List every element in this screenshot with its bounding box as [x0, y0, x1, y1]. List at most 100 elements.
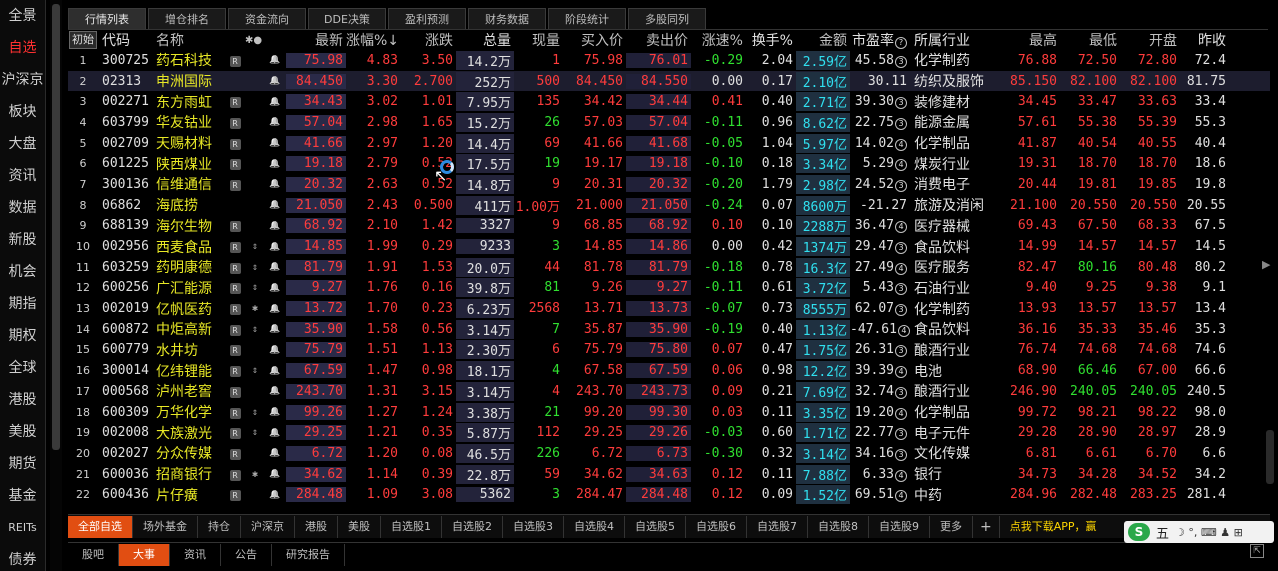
table-row[interactable]: 9 688139 海尔生物 R 🔔 68.92 2.10 1.42 3327 9 68.85 68.9… [68, 216, 1270, 237]
watchlist-tab-1[interactable]: 场外基金 [133, 515, 198, 538]
vertical-scrollbar[interactable] [1266, 430, 1274, 484]
pe-header[interactable]: 市盈率? [850, 30, 910, 50]
watchlist-tab-15[interactable]: 更多 [930, 515, 973, 538]
table-row[interactable]: 17 000568 泸州老窖 R 🔔 243.70 1.31 3.15 3.14万 4 243.70… [68, 381, 1270, 402]
sidebar-item[interactable]: 全景 [0, 0, 45, 32]
bell-icon[interactable]: 🔔 [264, 304, 286, 314]
table-row[interactable]: 6 601225 陕西煤业 R 🔔 19.18 2.79 0.52 17.5万 19 19.17 19… [68, 153, 1270, 174]
init-button[interactable]: 初始 [69, 31, 97, 49]
watchlist-tab-4[interactable]: 港股 [295, 515, 338, 538]
bell-icon[interactable]: 🔔 [264, 283, 286, 293]
table-row[interactable]: 12 600256 广汇能源 R ⇕ 🔔 9.27 1.76 0.16 39.8万 81 9.26 9.… [68, 278, 1270, 299]
sidebar-item[interactable]: 港股 [0, 384, 45, 416]
bell-icon[interactable]: 🔔 [264, 386, 286, 396]
bell-icon[interactable]: 🔔 [264, 366, 286, 376]
sidebar-item[interactable]: 沪深京 [0, 64, 45, 96]
bell-icon[interactable]: 🔔 [264, 117, 286, 127]
sidebar-item[interactable]: 全球 [0, 352, 45, 384]
watchlist-tab-14[interactable]: 自选股9 [869, 515, 930, 538]
bell-icon[interactable]: 🔔 [264, 200, 286, 210]
watchlist-tab-12[interactable]: 自选股7 [747, 515, 808, 538]
tab-4[interactable]: 盈利预测 [388, 8, 466, 29]
bell-icon[interactable]: 🔔 [264, 428, 286, 438]
sidebar-item[interactable]: 资讯 [0, 160, 45, 192]
news-tab-0[interactable]: 股吧 [68, 543, 119, 566]
table-row[interactable]: 16 300014 亿纬锂能 R ⇕ 🔔 67.59 1.47 0.98 18.1万 4 67.58 6… [68, 360, 1270, 381]
bell-icon[interactable]: 🔔 [264, 55, 286, 65]
table-row[interactable]: 21 600036 招商银行 R ✱ 🔔 34.62 1.14 0.39 22.8万 59 34.62… [68, 464, 1270, 485]
bell-icon[interactable]: 🔔 [264, 262, 286, 272]
watchlist-tab-3[interactable]: 沪深京 [241, 515, 295, 538]
tab-7[interactable]: 多股同列 [628, 8, 706, 29]
table-row[interactable]: 13 002019 亿帆医药 R ✱ 🔔 13.72 1.70 0.23 6.23万 2568 13.… [68, 298, 1270, 319]
sidebar-item[interactable]: 美股 [0, 416, 45, 448]
bell-icon[interactable]: 🔔 [264, 407, 286, 417]
bid-header[interactable]: 买入价 [563, 30, 626, 50]
sidebar-item[interactable]: 债券 [0, 544, 45, 571]
tab-1[interactable]: 增仓排名 [148, 8, 226, 29]
sidebar-item[interactable]: 期货 [0, 448, 45, 480]
table-row[interactable]: 14 600872 中炬高新 R ⇕ 🔔 35.90 1.58 0.56 3.14万 7 35.87 3… [68, 319, 1270, 340]
watchlist-tab-9[interactable]: 自选股4 [564, 515, 625, 538]
watchlist-tab-5[interactable]: 美股 [338, 515, 381, 538]
ime-toolbar[interactable]: S 五 ☽ °, ⌨ ♟ ⊞ [1124, 521, 1274, 543]
ime-mode-label[interactable]: 五 [1156, 523, 1169, 542]
volume-header[interactable]: 总量 [456, 30, 514, 50]
bell-icon[interactable]: 🔔 [264, 76, 286, 86]
watchlist-tab-10[interactable]: 自选股5 [625, 515, 686, 538]
table-row[interactable]: 7 300136 信维通信 R 🔔 20.32 2.63 0.52 14.8万 9 20.31 20.… [68, 174, 1270, 195]
sidebar-item[interactable]: 板块 [0, 96, 45, 128]
bell-icon[interactable]: 🔔 [264, 448, 286, 458]
watchlist-tab-6[interactable]: 自选股1 [381, 515, 442, 538]
sidebar-item[interactable]: 基金 [0, 480, 45, 512]
tab-3[interactable]: DDE决策 [308, 8, 386, 29]
table-row[interactable]: 10 002956 西麦食品 R ⇕ 🔔 14.85 1.99 0.29 9233 3 14.85 14… [68, 236, 1270, 257]
tab-6[interactable]: 阶段统计 [548, 8, 626, 29]
sidebar-item[interactable]: 期指 [0, 288, 45, 320]
table-row[interactable]: 5 002709 天赐材料 R 🔔 41.66 2.97 1.20 14.4万 69 41.66 41… [68, 133, 1270, 154]
table-row[interactable]: 19 002008 大族激光 R ⇕ 🔔 29.25 1.21 0.35 5.87万 112 29.2… [68, 422, 1270, 443]
sidebar-item[interactable]: REITs [0, 512, 45, 544]
download-app-link[interactable]: 点我下载APP，赢 [1000, 516, 1107, 538]
watchlist-tab-13[interactable]: 自选股8 [808, 515, 869, 538]
table-row[interactable]: 3 002271 东方雨虹 R 🔔 34.43 3.02 1.01 7.95万 135 34.42 3… [68, 91, 1270, 112]
table-row[interactable]: 2 02313 申洲国际 🔔 84.450 3.30 2.700 252万 500 84.450 8… [68, 70, 1270, 92]
bell-icon[interactable]: 🔔 [264, 345, 286, 355]
watchlist-tab-0[interactable]: 全部自选 [68, 515, 133, 538]
table-row[interactable]: 8 06862 海底捞 🔔 21.050 2.43 0.500 411万 1.00万 21.000… [68, 195, 1270, 216]
bell-icon[interactable]: 🔔 [264, 324, 286, 334]
sidebar-item[interactable]: 数据 [0, 192, 45, 224]
watchlist-tab-2[interactable]: 持仓 [198, 515, 241, 538]
init-column-header[interactable]: 初始 [68, 31, 98, 49]
price-header[interactable]: 最新 [286, 30, 346, 50]
prev-close-header[interactable]: 昨收 [1180, 30, 1229, 50]
bell-icon[interactable]: 🔔 [264, 490, 286, 500]
industry-header[interactable]: 所属行业 [910, 30, 1000, 50]
sidebar-item[interactable]: 大盘 [0, 128, 45, 160]
table-row[interactable]: 18 600309 万华化学 R ⇕ 🔔 99.26 1.27 1.24 3.38万 21 99.20… [68, 402, 1270, 423]
name-header[interactable]: 名称 [154, 30, 224, 50]
watchlist-tab-7[interactable]: 自选股2 [442, 515, 503, 538]
low-header[interactable]: 最低 [1060, 30, 1120, 50]
sidebar-item[interactable]: 机会 [0, 256, 45, 288]
ime-tool-icons[interactable]: ☽ °, ⌨ ♟ ⊞ [1175, 526, 1243, 539]
tab-5[interactable]: 财务数据 [468, 8, 546, 29]
high-header[interactable]: 最高 [1000, 30, 1060, 50]
tab-2[interactable]: 资金流向 [228, 8, 306, 29]
table-row[interactable]: 15 600779 水井坊 R 🔔 75.79 1.51 1.13 2.30万 6 75.79 75.… [68, 340, 1270, 361]
table-row[interactable]: 22 600436 片仔癀 R 🔔 284.48 1.09 3.08 5362 3 284.47 28… [68, 484, 1270, 505]
add-watchlist-button[interactable]: + [973, 515, 1000, 538]
watchlist-tab-8[interactable]: 自选股3 [503, 515, 564, 538]
help-icon[interactable]: ? [895, 37, 907, 49]
news-tab-2[interactable]: 资讯 [170, 543, 221, 566]
ask-header[interactable]: 卖出价 [626, 30, 691, 50]
expand-icon[interactable]: ⇱ [1250, 544, 1264, 558]
pct-header[interactable]: 涨幅%↓ [346, 30, 401, 50]
news-tab-3[interactable]: 公告 [221, 543, 272, 566]
tab-0[interactable]: 行情列表 [68, 8, 146, 29]
sidebar-scrollbar[interactable] [50, 0, 62, 571]
amount-header[interactable]: 金额 [796, 30, 850, 50]
scrollbar-thumb[interactable] [52, 4, 60, 450]
table-row[interactable]: 11 603259 药明康德 R ⇕ 🔔 81.79 1.91 1.53 20.0万 44 81.78… [68, 257, 1270, 278]
sidebar-item[interactable]: 自选 [0, 32, 45, 64]
